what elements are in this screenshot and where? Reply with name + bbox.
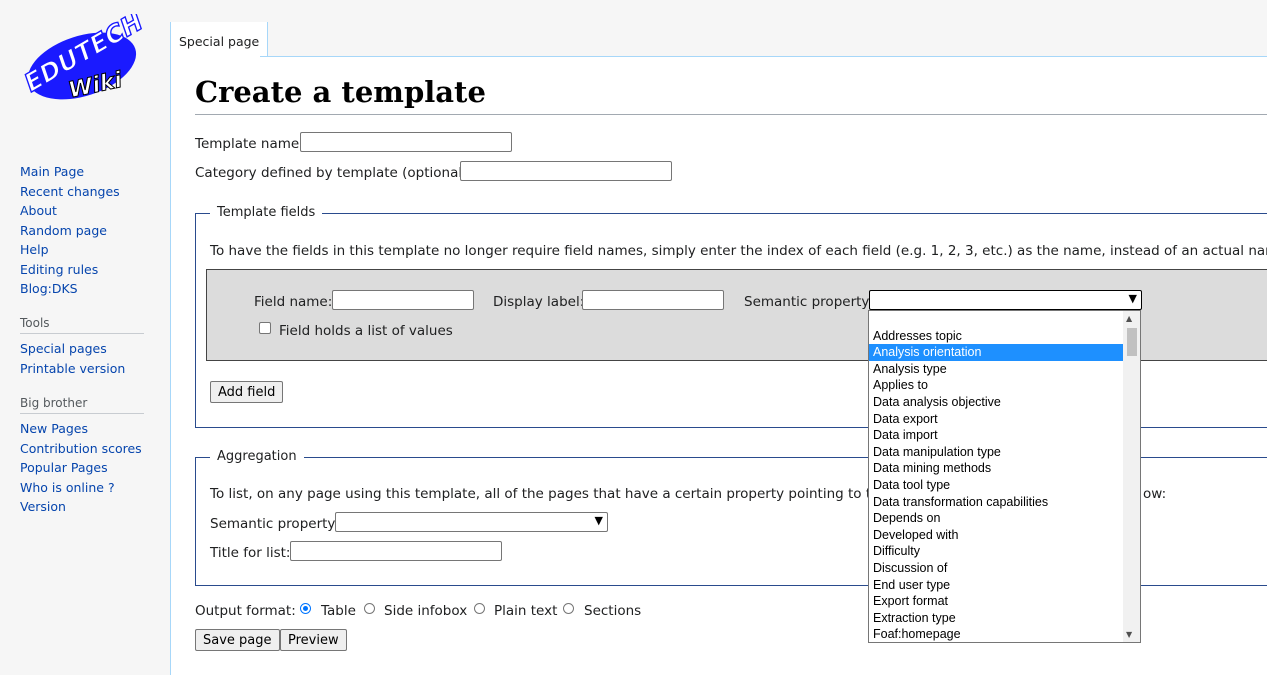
fields-instructions: To have the fields in this template no l… [210, 243, 1267, 259]
semantic-property-dropdown-list: Addresses topic Analysis orientation Ana… [868, 310, 1141, 643]
dropdown-scrollbar[interactable]: ▲ ▼ [1123, 311, 1140, 642]
dropdown-option[interactable]: Depends on [869, 510, 1123, 527]
nav-popular-pages[interactable]: Popular Pages [20, 458, 142, 478]
main-navigation: Main Page Recent changes About Random pa… [20, 162, 120, 299]
template-name-label: Template name: [195, 136, 304, 152]
save-page-button[interactable]: Save page [195, 629, 280, 651]
dropdown-option[interactable]: Discussion of [869, 560, 1123, 577]
nav-who-is-online[interactable]: Who is online ? [20, 478, 142, 498]
nav-about[interactable]: About [20, 201, 120, 221]
page-title: Create a template [195, 75, 486, 109]
chevron-down-icon: ▼ [1128, 292, 1137, 305]
field-name-label: Field name: [254, 294, 333, 310]
nav-printable-version[interactable]: Printable version [20, 359, 125, 379]
chevron-down-icon: ▼ [594, 514, 603, 527]
dropdown-option[interactable]: Analysis type [869, 361, 1123, 378]
scroll-up-icon[interactable]: ▲ [1126, 314, 1132, 323]
dropdown-option[interactable]: Difficulty [869, 543, 1123, 560]
dropdown-option[interactable]: Data analysis objective [869, 394, 1123, 411]
edutech-wiki-logo[interactable]: EDUTECH Wiki [16, 6, 149, 104]
tab-special-page[interactable]: Special page [170, 22, 269, 57]
nav-version[interactable]: Version [20, 497, 142, 517]
field-name-input[interactable] [332, 290, 474, 310]
category-label: Category defined by template (optional): [195, 165, 472, 181]
display-label-label: Display label: [493, 294, 585, 310]
dropdown-option[interactable]: Foaf:homepage [869, 626, 1123, 642]
radio-table-label: Table [321, 603, 356, 619]
aggregation-legend: Aggregation [210, 449, 304, 464]
aggregation-semantic-property-select[interactable]: ▼ [335, 512, 608, 532]
aggregation-semantic-property-label: Semantic property: [210, 516, 339, 532]
list-title-input[interactable] [290, 541, 502, 561]
nav-help[interactable]: Help [20, 240, 120, 260]
semantic-property-select[interactable]: ▼ [869, 290, 1142, 310]
radio-sections-label: Sections [584, 603, 642, 619]
dropdown-option[interactable] [869, 311, 1123, 328]
list-values-label: Field holds a list of values [279, 323, 453, 339]
dropdown-option[interactable]: Data mining methods [869, 460, 1123, 477]
scroll-down-icon[interactable]: ▼ [1126, 630, 1132, 639]
display-label-input[interactable] [582, 290, 724, 310]
tab-label: Special page [179, 34, 260, 49]
dropdown-option[interactable]: Data tool type [869, 477, 1123, 494]
nav-special-pages[interactable]: Special pages [20, 339, 125, 359]
radio-table[interactable] [300, 603, 311, 614]
title-divider [195, 114, 1267, 115]
dropdown-option[interactable]: Data manipulation type [869, 444, 1123, 461]
semantic-property-label: Semantic property: [744, 294, 873, 310]
preview-button[interactable]: Preview [280, 629, 347, 651]
big-brother-heading: Big brother [20, 396, 144, 414]
dropdown-option[interactable]: Data import [869, 427, 1123, 444]
aggregation-instructions: To list, on any page using this template… [210, 486, 907, 502]
dropdown-option[interactable]: Addresses topic [869, 328, 1123, 345]
nav-editing-rules[interactable]: Editing rules [20, 260, 120, 280]
category-input[interactable] [460, 161, 672, 181]
radio-plain-text-label: Plain text [494, 603, 558, 619]
nav-random-page[interactable]: Random page [20, 221, 120, 241]
dropdown-option[interactable]: Data export [869, 411, 1123, 428]
aggregation-instructions-tail: ow: [1143, 486, 1167, 502]
nav-blog-dks[interactable]: Blog:DKS [20, 279, 120, 299]
radio-plain-text[interactable] [474, 603, 485, 614]
dropdown-option[interactable]: End user type [869, 577, 1123, 594]
big-brother-navigation: New Pages Contribution scores Popular Pa… [20, 419, 142, 517]
dropdown-option[interactable]: Extraction type [869, 610, 1123, 627]
dropdown-option[interactable]: Export format [869, 593, 1123, 610]
template-fields-legend: Template fields [210, 205, 323, 220]
scrollbar-thumb[interactable] [1127, 328, 1137, 356]
output-format-label: Output format: [195, 603, 296, 619]
dropdown-option[interactable]: Data transformation capabilities [869, 494, 1123, 511]
nav-contribution-scores[interactable]: Contribution scores [20, 439, 142, 459]
tools-heading: Tools [20, 316, 144, 334]
add-field-button[interactable]: Add field [210, 381, 284, 403]
nav-main-page[interactable]: Main Page [20, 162, 120, 182]
nav-recent-changes[interactable]: Recent changes [20, 182, 120, 202]
tools-navigation: Special pages Printable version [20, 339, 125, 378]
sidebar: EDUTECH Wiki Main Page Recent changes Ab… [0, 0, 170, 675]
template-name-input[interactable] [300, 132, 512, 152]
radio-side-infobox-label: Side infobox [384, 603, 468, 619]
dropdown-option[interactable]: Applies to [869, 377, 1123, 394]
radio-side-infobox[interactable] [364, 603, 375, 614]
list-values-checkbox[interactable] [259, 322, 271, 334]
dropdown-option-highlighted[interactable]: Analysis orientation [869, 344, 1123, 361]
dropdown-option[interactable]: Developed with [869, 527, 1123, 544]
nav-new-pages[interactable]: New Pages [20, 419, 142, 439]
radio-sections[interactable] [563, 603, 574, 614]
list-title-label: Title for list: [210, 545, 291, 561]
